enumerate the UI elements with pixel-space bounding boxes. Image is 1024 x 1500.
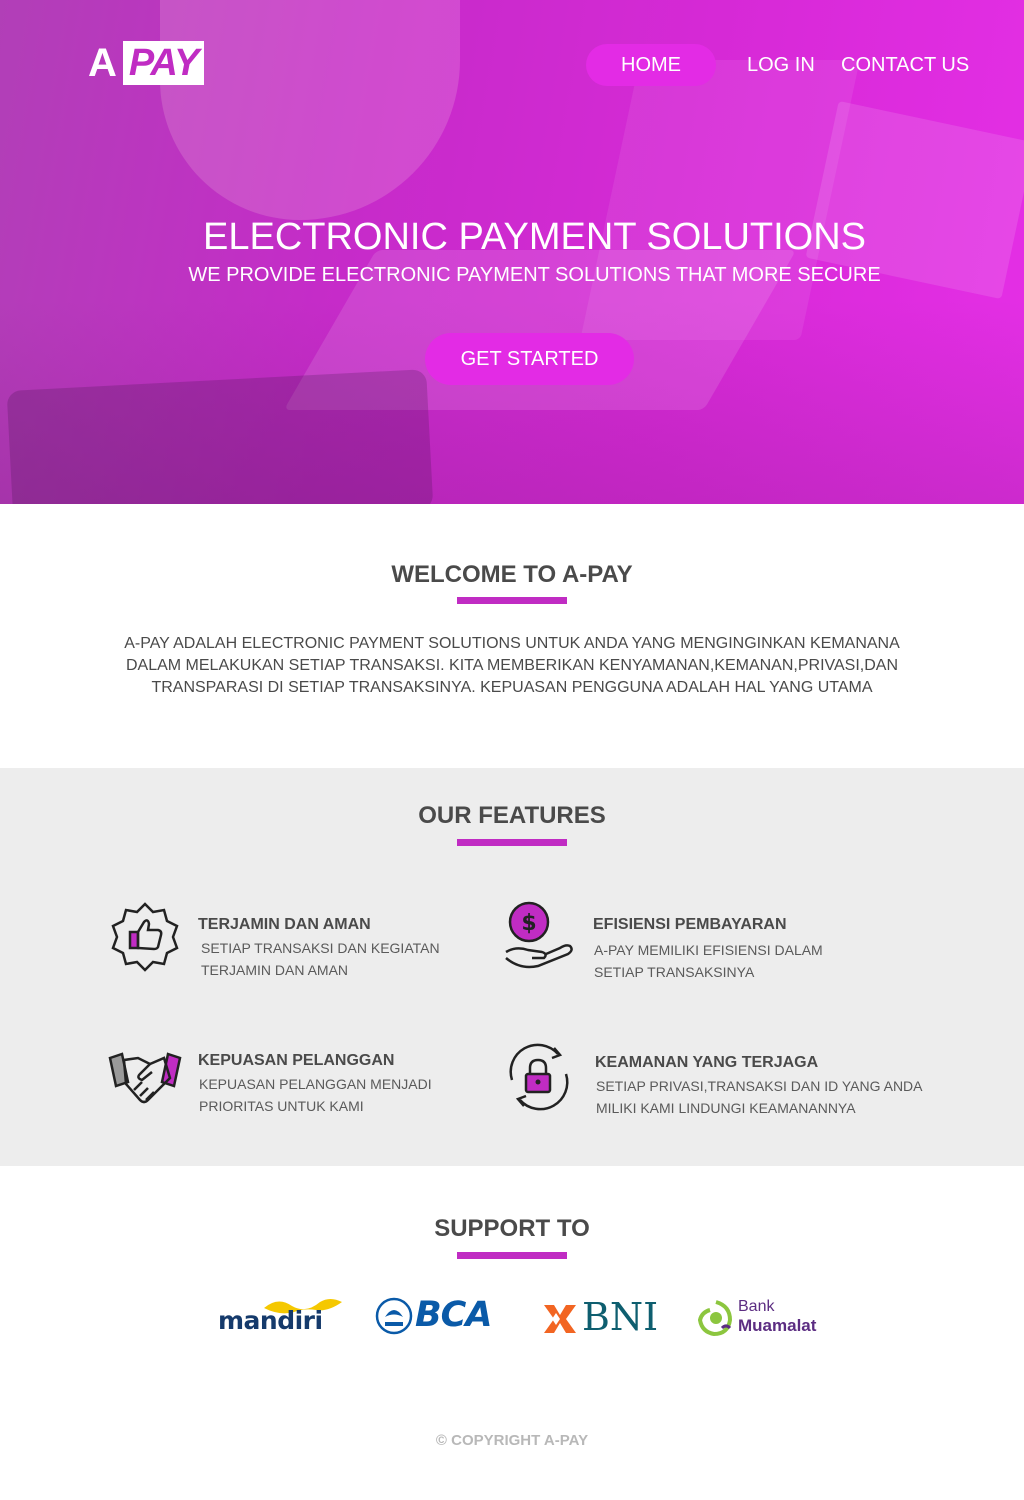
- welcome-text: A-PAY ADALAH ELECTRONIC PAYMENT SOLUTION…: [124, 635, 900, 696]
- hero-photo-hand: [160, 0, 460, 220]
- features-title: OUR FEATURES: [418, 802, 606, 829]
- hero-photo-phone: [6, 369, 434, 504]
- copyright-text: © COPYRIGHT A-PAY: [435, 1432, 589, 1449]
- feature-title: KEPUASAN PELANGGAN: [198, 1052, 395, 1069]
- nav-login[interactable]: LOG IN: [747, 44, 815, 86]
- feature-desc: SETIAP TRANSAKSI DAN KEGIATAN TERJAMIN D…: [201, 940, 440, 978]
- lock-refresh-icon: [502, 1040, 576, 1114]
- brand-logo[interactable]: A PAY: [88, 40, 205, 86]
- get-started-button[interactable]: GET STARTED: [425, 333, 634, 385]
- feature-desc: SETIAP PRIVASI,TRANSAKSI DAN ID YANG AND…: [596, 1078, 922, 1116]
- handshake-icon: [106, 1040, 182, 1114]
- welcome-underline: [457, 597, 567, 604]
- feature-desc: A-PAY MEMILIKI EFISIENSI DALAM SETIAP TR…: [594, 942, 823, 980]
- svg-text:$: $: [521, 911, 536, 936]
- bank-logos: mandiri BCA BNI Bank Muamalat: [0, 1290, 1024, 1350]
- hero-section: A PAY HOME LOG IN CONTACT US ELECTRONIC …: [0, 0, 1024, 504]
- bank-logo-bca: BCA: [375, 1290, 495, 1350]
- support-title: SUPPORT TO: [434, 1215, 590, 1242]
- hero-title: ELECTRONIC PAYMENT SOLUTIONS: [203, 216, 866, 258]
- nav-contact-us[interactable]: CONTACT US: [841, 44, 969, 86]
- bank-logo-bni: BNI: [542, 1290, 662, 1350]
- bni-wordmark: BNI: [582, 1295, 659, 1339]
- features-underline: [457, 839, 567, 846]
- thumbs-up-badge-icon: [108, 900, 182, 974]
- feature-title: EFISIENSI PEMBAYARAN: [593, 916, 787, 933]
- feature-desc: KEPUASAN PELANGGAN MENJADI PRIORITAS UNT…: [199, 1076, 432, 1114]
- welcome-title: WELCOME TO A-PAY: [391, 561, 633, 588]
- feature-title: TERJAMIN DAN AMAN: [198, 916, 371, 933]
- bank-logo-muamalat: Bank Muamalat: [696, 1290, 826, 1350]
- support-underline: [457, 1252, 567, 1259]
- logo-pay: PAY: [122, 41, 205, 85]
- bca-wordmark: BCA: [415, 1295, 492, 1335]
- bank-logo-mandiri: mandiri: [216, 1290, 346, 1350]
- feature-title: KEAMANAN YANG TERJAGA: [595, 1054, 819, 1071]
- muamalat-bank-label: Bank: [738, 1298, 775, 1315]
- hand-coin-icon: $: [502, 900, 576, 974]
- muamalat-wordmark: Muamalat: [738, 1316, 817, 1335]
- logo-letter-a: A: [88, 41, 117, 85]
- mandiri-wordmark: mandiri: [218, 1306, 323, 1335]
- hero-subtitle: WE PROVIDE ELECTRONIC PAYMENT SOLUTIONS …: [188, 264, 881, 286]
- nav-home[interactable]: HOME: [586, 44, 716, 86]
